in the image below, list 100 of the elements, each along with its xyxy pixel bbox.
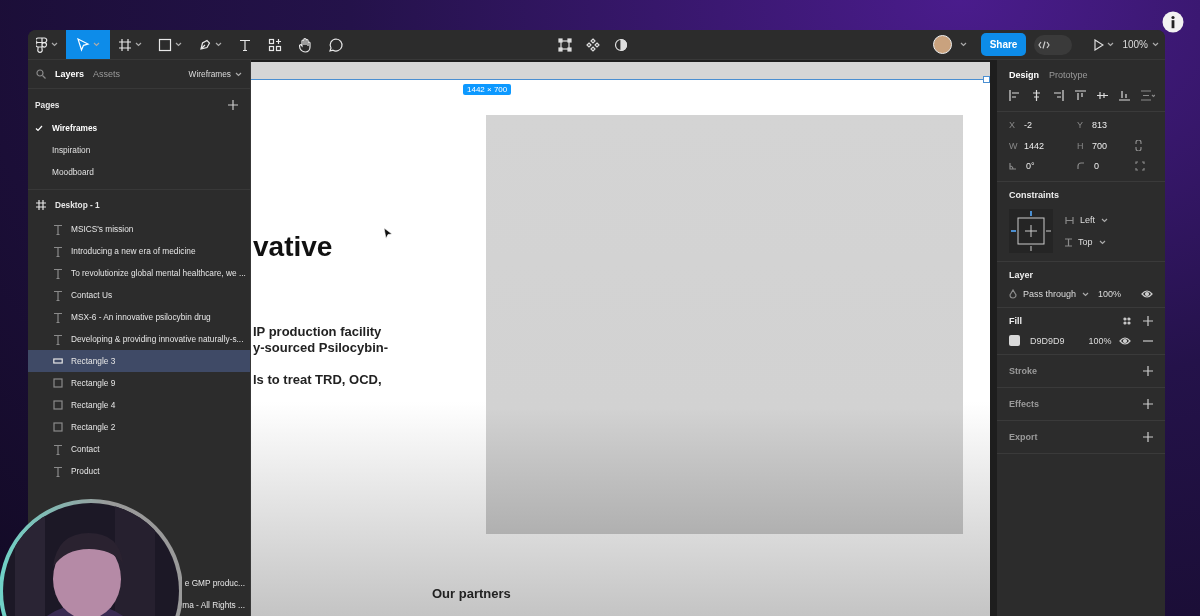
layer-item[interactable]: Product — [28, 460, 250, 482]
layer-item[interactable]: MSICS's mission — [28, 218, 250, 240]
caret-icon — [1152, 42, 1159, 47]
caret-icon — [135, 42, 142, 47]
cursor-icon — [383, 227, 393, 240]
layer-item[interactable]: Rectangle 4 — [28, 394, 250, 416]
pen-icon — [198, 37, 212, 52]
eye-icon — [1119, 336, 1131, 345]
layer-item[interactable]: e GMP produc... — [184, 572, 245, 594]
field-value[interactable]: 813 — [1092, 120, 1108, 130]
section-title: Layer — [1009, 270, 1035, 280]
color-value[interactable]: D9D9D9 — [1030, 335, 1065, 346]
caret-icon — [1082, 291, 1090, 297]
heading-text: vative — [253, 231, 333, 263]
field-value[interactable]: 0 — [1094, 161, 1099, 171]
section-title: Export — [1009, 432, 1038, 442]
layer-item[interactable]: To revolutionize global mental healthcare, we ... — [28, 262, 250, 284]
component-icon — [586, 37, 600, 52]
distribute-icon — [1141, 90, 1155, 101]
section-title: Pages — [35, 100, 60, 110]
panel-tab[interactable]: Design — [1009, 70, 1039, 80]
panel-tab[interactable]: Prototype — [1049, 70, 1088, 80]
rectangle-icon — [53, 378, 63, 388]
code-toggle[interactable] — [1034, 34, 1073, 55]
layer-item[interactable]: Contact Us — [28, 284, 250, 306]
section-title: Fill — [1009, 316, 1022, 326]
panel-tab[interactable]: Layers — [55, 69, 85, 79]
page-item[interactable]: Inspiration — [28, 139, 250, 161]
text-layer-icon — [53, 333, 63, 345]
layer-item[interactable]: ma - All Rights ... — [182, 594, 245, 616]
rectangle-icon — [53, 356, 63, 366]
corner-radius-icon — [1077, 162, 1085, 170]
field-label: H — [1077, 140, 1083, 151]
text-layer-icon — [53, 465, 63, 477]
section-title: Effects — [1009, 399, 1039, 409]
layer-item[interactable]: Rectangle 3 — [28, 350, 250, 372]
square-icon — [158, 37, 172, 52]
text-layer-icon — [53, 289, 63, 301]
figma-logo-icon — [36, 36, 48, 53]
width-icon — [1065, 216, 1074, 224]
height-icon — [1065, 237, 1072, 247]
layer-item[interactable]: Desktop - 1 — [28, 192, 250, 218]
text-layer-icon — [53, 443, 63, 455]
plus-icon — [1143, 399, 1153, 409]
check-icon — [35, 124, 43, 132]
layer-item[interactable]: Developing & providing innovative naturally-s... — [28, 328, 250, 350]
plus-icon — [1143, 432, 1153, 442]
play-icon — [1094, 38, 1105, 51]
contrast-icon — [614, 37, 628, 52]
section-title: Stroke — [1009, 366, 1037, 376]
eye-icon — [1141, 290, 1153, 298]
align-bottom-icon — [1119, 90, 1130, 101]
align-center-icon — [1031, 90, 1042, 101]
caret-icon — [959, 42, 967, 47]
avatar[interactable] — [932, 35, 952, 54]
resources-icon — [268, 37, 282, 52]
layer-item[interactable]: Introducing a new era of medicine — [28, 240, 250, 262]
drop-icon — [1009, 289, 1017, 299]
page-item[interactable]: Wireframes — [28, 117, 250, 139]
layer-item[interactable]: MSX-6 - An innovative psilocybin drug — [28, 306, 250, 328]
color-swatch[interactable] — [1009, 335, 1020, 346]
page-item[interactable]: Moodboard — [28, 161, 250, 183]
info-icon[interactable] — [1162, 11, 1184, 33]
vertical-constraint[interactable]: Top — [1065, 237, 1108, 247]
pointer-icon — [76, 37, 90, 52]
blend-mode-select[interactable]: Pass through — [1023, 289, 1090, 299]
field-label: X — [1009, 120, 1015, 130]
resize-handle[interactable] — [983, 76, 990, 83]
opacity-value[interactable]: 100% — [1097, 289, 1121, 299]
partners-heading: Our partners — [432, 586, 511, 601]
zoom-menu[interactable]: 100% — [1122, 39, 1159, 50]
field-value[interactable]: 1442 — [1024, 140, 1045, 151]
constraints-widget[interactable] — [1009, 209, 1053, 253]
caret-icon — [93, 42, 100, 47]
plus-icon — [1143, 366, 1153, 376]
caret-icon — [175, 42, 182, 47]
share-button[interactable]: Share — [980, 33, 1027, 56]
align-right-icon — [1053, 90, 1064, 101]
field-value[interactable]: 0° — [1026, 161, 1035, 171]
layer-item[interactable]: Rectangle 9 — [28, 372, 250, 394]
comment-icon — [328, 36, 344, 53]
plus-icon — [228, 100, 238, 110]
search-icon — [36, 69, 46, 79]
transform-icon — [558, 37, 572, 52]
caret-icon — [51, 42, 58, 47]
angle-icon — [1009, 162, 1017, 170]
field-value[interactable]: 700 — [1092, 140, 1108, 151]
layer-item[interactable]: Contact — [28, 438, 250, 460]
opacity-value[interactable]: 100% — [1088, 335, 1112, 346]
paragraph-text: IP production facility y-sourced Psilocybin- ls to treat TRD, OCD, — [253, 324, 389, 388]
rectangle-icon — [53, 422, 63, 432]
caret-icon — [235, 71, 242, 77]
caret-icon — [1107, 42, 1115, 47]
minus-icon — [1143, 339, 1153, 342]
rectangle-icon — [53, 400, 63, 410]
panel-tab[interactable]: Assets — [93, 69, 121, 79]
field-value[interactable]: -2 — [1024, 120, 1032, 130]
horizontal-constraint[interactable]: Left — [1065, 215, 1108, 225]
layer-item[interactable]: Rectangle 2 — [28, 416, 250, 438]
page-switcher[interactable]: Wireframes — [188, 69, 242, 79]
